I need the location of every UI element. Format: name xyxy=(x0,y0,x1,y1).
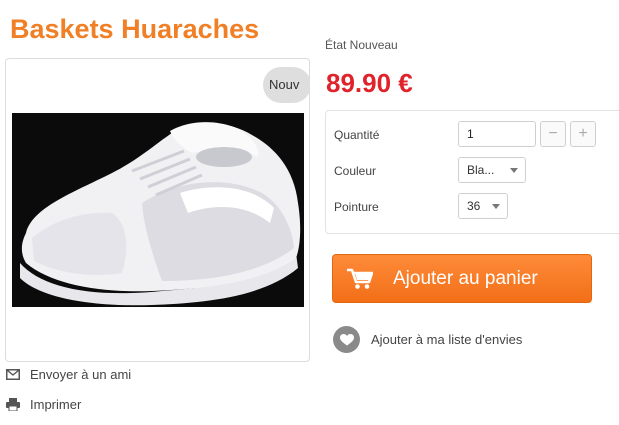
heart-icon xyxy=(333,326,360,353)
send-to-friend-label: Envoyer à un ami xyxy=(30,366,132,382)
product-condition: État Nouveau xyxy=(325,38,398,52)
add-to-wishlist-link[interactable]: Ajouter à ma liste d'envies xyxy=(333,326,522,353)
color-select-value: Bla... xyxy=(467,163,495,177)
product-image-frame[interactable]: Nouv xyxy=(5,58,310,362)
print-link[interactable]: Imprimer xyxy=(5,396,81,412)
color-label: Couleur xyxy=(334,164,377,178)
product-title: Baskets Huaraches xyxy=(10,14,260,44)
color-select[interactable]: Bla... xyxy=(458,157,526,183)
quantity-input[interactable]: 1 xyxy=(458,121,536,147)
chevron-down-icon xyxy=(492,204,500,209)
printer-icon xyxy=(5,396,21,412)
cart-icon xyxy=(347,268,373,290)
print-label: Imprimer xyxy=(30,396,82,412)
new-badge: Nouv xyxy=(263,67,309,103)
quantity-increase-button[interactable]: + xyxy=(570,121,596,147)
add-to-cart-button[interactable]: Ajouter au panier xyxy=(332,254,592,303)
product-photo[interactable] xyxy=(12,113,304,307)
add-to-wishlist-label: Ajouter à ma liste d'envies xyxy=(371,332,523,347)
product-price: 89.90 € xyxy=(326,68,413,98)
quantity-decrease-button[interactable]: − xyxy=(540,121,566,147)
size-label: Pointure xyxy=(334,200,379,214)
size-select-value: 36 xyxy=(467,199,481,213)
envelope-icon xyxy=(5,366,21,382)
quantity-label: Quantité xyxy=(334,128,380,142)
chevron-down-icon xyxy=(510,168,518,173)
sneaker-illustration xyxy=(12,113,304,307)
add-to-cart-label: Ajouter au panier xyxy=(393,267,538,289)
size-select[interactable]: 36 xyxy=(458,193,508,219)
send-to-friend-link[interactable]: Envoyer à un ami xyxy=(5,366,131,382)
options-panel: Quantité 1 − + Couleur Bla... Pointure 3… xyxy=(325,110,619,234)
